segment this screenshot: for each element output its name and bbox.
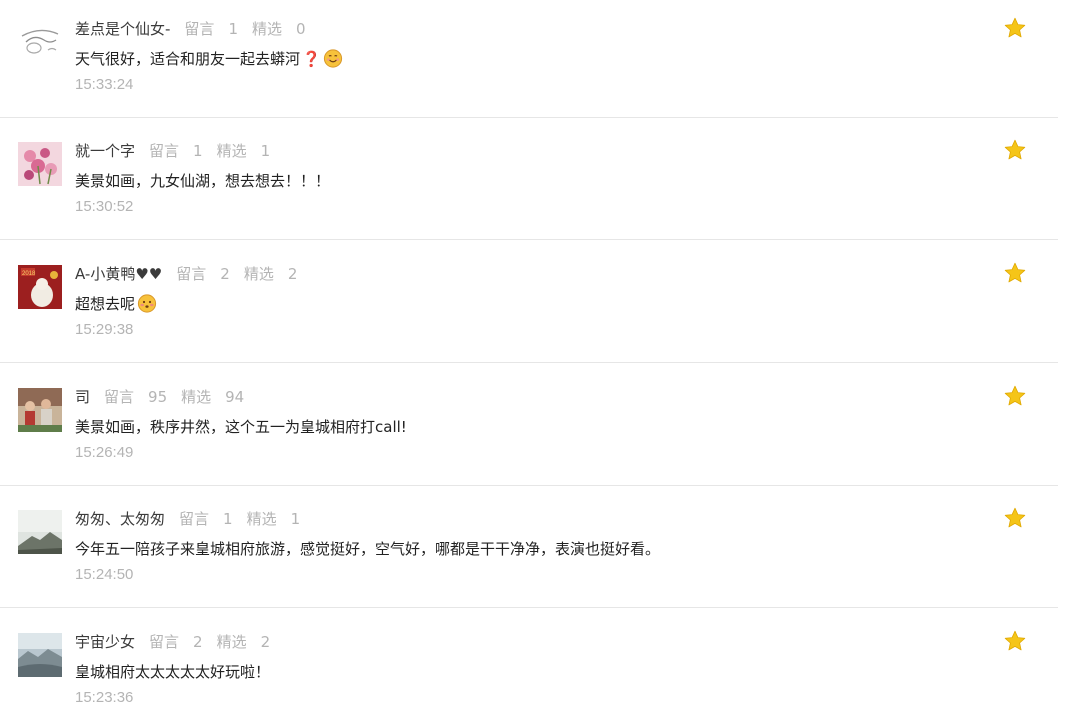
comment-count-label: 留言 <box>149 633 180 651</box>
comment-text-row: 美景如画，九女仙湖，想去想去！！！ <box>75 168 330 194</box>
comment-text-row: 天气很好，适合和朋友一起去蟒河 ❓ <box>75 46 343 72</box>
divider <box>0 117 1058 118</box>
comment-count-label: 留言 <box>179 510 210 528</box>
featured-count: 94 <box>225 388 245 406</box>
comment-header: 匆匆、太匆匆 留言 1 精选 1 <box>75 507 300 531</box>
comment-count: 2 <box>220 265 230 283</box>
featured-count-label: 精选 <box>251 20 282 38</box>
star-icon[interactable] <box>1003 16 1027 40</box>
timestamp: 15:33:24 <box>75 76 134 93</box>
blushing-face-icon <box>137 293 157 313</box>
comment-count: 2 <box>193 633 203 651</box>
comment-count: 95 <box>148 388 168 406</box>
featured-count-label: 精选 <box>243 265 274 283</box>
svg-text:2018: 2018 <box>22 271 36 277</box>
nickname[interactable]: 司 <box>75 388 90 406</box>
timestamp: 15:30:52 <box>75 198 134 215</box>
star-icon[interactable] <box>1003 138 1027 162</box>
comment-text: 美景如画，九女仙湖，想去想去！！！ <box>75 172 331 190</box>
comment-count: 1 <box>228 20 238 38</box>
timestamp: 15:29:38 <box>75 321 134 338</box>
comment-count-label: 留言 <box>104 388 135 406</box>
comment-item: 就一个字 留言 1 精选 1 美景如画，九女仙湖，想去想去！！！ 15:30:52 <box>0 122 1080 240</box>
nickname[interactable]: A-小黄鸭 <box>75 265 135 283</box>
comment-text-row: 皇城相府太太太太太好玩啦！ <box>75 659 270 685</box>
comment-text: 美景如画，秩序井然，这个五一为皇城相府打call! <box>75 418 407 436</box>
comment-text-row: 美景如画，秩序井然，这个五一为皇城相府打call! <box>75 414 407 440</box>
comment-text: 今年五一陪孩子来皇城相府旅游，感觉挺好，空气好，哪都是干干净净，表演也挺好看。 <box>75 540 661 558</box>
comment-item: 宇宙少女 留言 2 精选 2 皇城相府太太太太太好玩啦！ 15:23:36 <box>0 613 1080 710</box>
star-icon[interactable] <box>1003 506 1027 530</box>
avatar[interactable] <box>18 388 62 432</box>
star-icon[interactable] <box>1003 261 1027 285</box>
question-mark-icon: ❓ <box>302 50 321 68</box>
comment-count: 1 <box>193 142 203 160</box>
featured-count: 0 <box>296 20 306 38</box>
featured-count-label: 精选 <box>216 142 247 160</box>
avatar[interactable] <box>18 20 62 64</box>
featured-count-label: 精选 <box>216 633 247 651</box>
nickname[interactable]: 差点是个仙女- <box>75 20 170 38</box>
featured-count: 2 <box>260 633 271 651</box>
comment-count-label: 留言 <box>184 20 215 38</box>
comment-item: 匆匆、太匆匆 留言 1 精选 1 今年五一陪孩子来皇城相府旅游，感觉挺好，空气好，哪都是… <box>0 490 1080 608</box>
divider <box>0 607 1058 608</box>
heart-suffix: ♥♥ <box>135 265 163 283</box>
comment-header: 差点是个仙女- 留言 1 精选 0 <box>75 17 306 41</box>
divider <box>0 239 1058 240</box>
comment-text-row: 超想去呢 <box>75 291 157 317</box>
timestamp: 15:24:50 <box>75 566 134 583</box>
star-icon[interactable] <box>1003 629 1027 653</box>
nickname[interactable]: 宇宙少女 <box>75 633 135 651</box>
featured-count: 1 <box>290 510 301 528</box>
featured-count: 1 <box>260 142 271 160</box>
comment-header: 就一个字 留言 1 精选 1 <box>75 139 270 163</box>
comment-text: 天气很好，适合和朋友一起去蟒河 <box>75 50 301 68</box>
avatar[interactable] <box>18 633 62 677</box>
featured-count-label: 精选 <box>246 510 277 528</box>
featured-count: 2 <box>287 265 298 283</box>
comment-item: 差点是个仙女- 留言 1 精选 0 天气很好，适合和朋友一起去蟒河 ❓ 15:33:24 <box>0 0 1080 118</box>
comment-header: A-小黄鸭♥♥ 留言 2 精选 2 <box>75 262 297 286</box>
comment-text: 超想去呢 <box>75 295 136 313</box>
comment-header: 司留言 95 精选 94 <box>75 385 244 409</box>
divider <box>0 362 1058 363</box>
avatar[interactable] <box>18 142 62 186</box>
comment-item: 2018 A-小黄鸭♥♥ 留言 2 精选 2 超想去呢 15:29:38 <box>0 245 1080 363</box>
comment-text-row: 今年五一陪孩子来皇城相府旅游，感觉挺好，空气好，哪都是干干净净，表演也挺好看。 <box>75 536 660 562</box>
comment-count: 1 <box>223 510 233 528</box>
comment-count-label: 留言 <box>176 265 207 283</box>
timestamp: 15:23:36 <box>75 689 134 706</box>
avatar[interactable] <box>18 510 62 554</box>
smiling-face-icon <box>323 48 343 68</box>
star-icon[interactable] <box>1003 384 1027 408</box>
comment-header: 宇宙少女 留言 2 精选 2 <box>75 630 270 654</box>
comment-text: 皇城相府太太太太太好玩啦！ <box>75 663 271 681</box>
comment-item: 司留言 95 精选 94 美景如画，秩序井然，这个五一为皇城相府打call! 15:2… <box>0 368 1080 486</box>
timestamp: 15:26:49 <box>75 444 134 461</box>
featured-count-label: 精选 <box>181 388 212 406</box>
comment-count-label: 留言 <box>149 142 180 160</box>
comment-list: 差点是个仙女- 留言 1 精选 0 天气很好，适合和朋友一起去蟒河 ❓ 15:33:24 … <box>0 0 1080 710</box>
divider <box>0 485 1058 486</box>
nickname[interactable]: 就一个字 <box>75 142 135 160</box>
avatar[interactable]: 2018 <box>18 265 62 309</box>
nickname[interactable]: 匆匆、太匆匆 <box>75 510 165 528</box>
